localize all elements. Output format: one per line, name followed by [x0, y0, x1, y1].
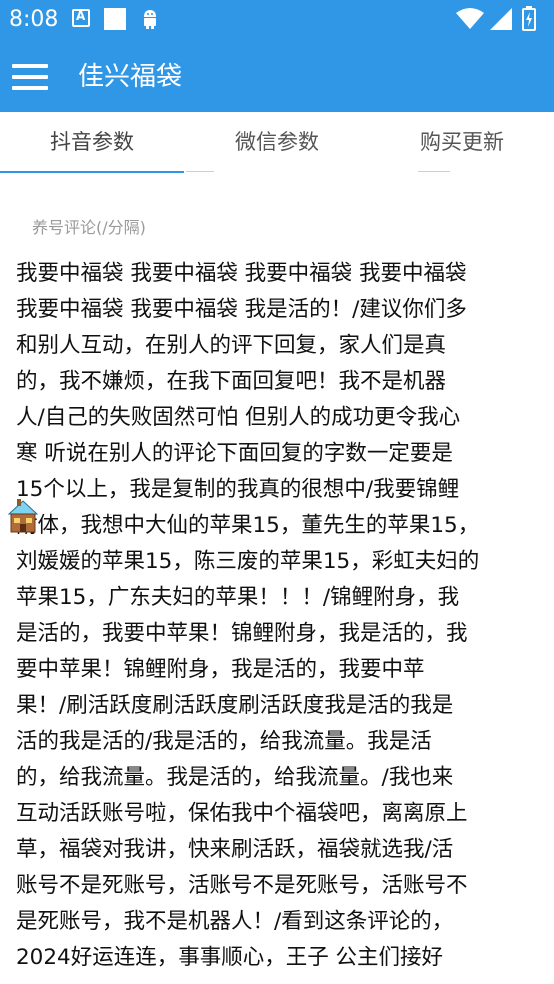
comment-field-label: 养号评论(/分隔): [32, 218, 146, 237]
signal-icon: [490, 8, 512, 30]
status-bar: 8:08: [0, 0, 554, 40]
comment-line: 的，我不嫌烦，在我下面回复吧！我不是机器: [16, 369, 447, 394]
comment-textarea[interactable]: 我要中福袋 我要中福袋 我要中福袋 我要中福袋 我要中福袋 我要中福袋 我是活的！…: [16, 256, 538, 984]
comment-line: 寒 听说在别人的评论下面回复的字数一定要是: [16, 441, 453, 466]
comment-line: 草，福袋对我讲，快来刷活跃，福袋就选我/活: [16, 837, 454, 862]
android-icon: [144, 10, 156, 29]
tab-purchase-update[interactable]: 购买更新: [370, 112, 554, 174]
comment-line: 人/自己的失败固然可怕 但别人的成功更令我心: [16, 405, 461, 430]
comment-line: 附体，我想中大仙的苹果15，董先生的苹果15，: [16, 513, 480, 538]
comment-line: 果！/刷活跃度刷活跃度刷活跃度我是活的我是: [16, 693, 454, 718]
comment-line: 刘媛媛的苹果15，陈三废的苹果15，彩虹夫妇的: [16, 549, 480, 574]
comment-line: 要中苹果！锦鲤附身，我是活的，我要中苹: [16, 657, 425, 682]
tab-divider: [418, 171, 450, 172]
status-time: 8:08: [9, 7, 59, 32]
comment-line: 活的我是活的/我是活的，给我流量。我是活: [16, 729, 432, 754]
comment-line: 我要中福袋 我要中福袋 我要中福袋 我要中福袋: [16, 261, 467, 286]
hamburger-menu-icon[interactable]: [12, 60, 50, 94]
a-notification-icon: [72, 9, 90, 27]
house-icon[interactable]: [7, 498, 39, 534]
comment-line: 我要中福袋 我要中福袋 我是活的！/建议你们多: [16, 297, 467, 322]
tab-bar: 抖音参数 微信参数 购买更新: [0, 112, 554, 174]
comment-line: 的，给我流量。我是活的，给我流量。/我也来: [16, 765, 454, 790]
battery-charging-icon: [522, 6, 536, 31]
tab-divider: [186, 171, 214, 172]
comment-line: 苹果15，广东夫妇的苹果！！！/锦鲤附身，我: [16, 585, 460, 610]
tab-wechat-params[interactable]: 微信参数: [185, 112, 369, 174]
wifi-icon: [456, 8, 484, 29]
comment-line: 2024好运连连，事事顺心，王子 公主们接好: [16, 945, 444, 970]
status-right-icons: [456, 6, 546, 32]
tab-douyin-params[interactable]: 抖音参数: [0, 112, 184, 174]
comment-line: 和别人互动，在别人的评下回复，家人们是真: [16, 333, 447, 358]
comment-line: 是死账号，我不是机器人！/看到这条评论的，: [16, 909, 454, 934]
comment-line: 互动活跃账号啦，保佑我中个福袋吧，离离原上: [16, 801, 468, 826]
active-tab-indicator: [0, 171, 184, 173]
app-title: 佳兴福袋: [78, 62, 183, 92]
app-bar: 佳兴福袋: [0, 40, 554, 112]
comment-line: 是活的，我要中苹果！锦鲤附身，我是活的，我: [16, 621, 468, 646]
comment-line: 15个以上，我是复制的我真的很想中/我要锦鲤: [16, 477, 460, 502]
white-square-icon: [104, 8, 126, 30]
comment-line: 账号不是死账号，活账号不是死账号，活账号不: [16, 873, 468, 898]
